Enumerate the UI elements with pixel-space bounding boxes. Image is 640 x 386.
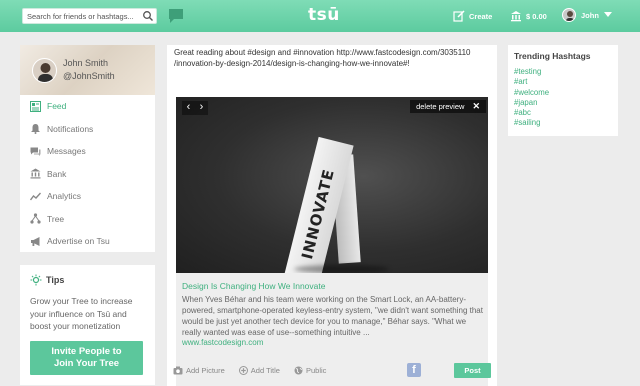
lightbulb-icon bbox=[30, 274, 42, 286]
sidebar-item-label: Notifications bbox=[47, 123, 94, 134]
plus-circle-icon bbox=[238, 366, 248, 375]
sidebar-menu: Feed Notifications Messages Bank Analyti… bbox=[20, 95, 155, 253]
sidebar-item-label: Analytics bbox=[47, 191, 82, 202]
privacy-label: Public bbox=[305, 366, 327, 375]
user-name: John bbox=[581, 10, 599, 20]
tips-text: Grow your Tree to increase your influenc… bbox=[30, 296, 133, 331]
invite-people-button[interactable]: Invite People to Join Your Tree bbox=[30, 340, 143, 375]
hashtag-link[interactable]: #welcome bbox=[514, 88, 612, 98]
avatar bbox=[562, 8, 576, 22]
sidebar-item-bank[interactable]: Bank bbox=[20, 163, 155, 186]
sidebar-item-label: Feed bbox=[47, 101, 67, 112]
search-box[interactable] bbox=[22, 8, 157, 24]
top-bar: tsū Create $ 0.00 John bbox=[0, 0, 640, 32]
invite-line-2: Join Your Tree bbox=[53, 357, 120, 369]
search-input[interactable] bbox=[23, 9, 141, 23]
hashtag-link[interactable]: #japan bbox=[514, 98, 612, 108]
sidebar-item-notifications[interactable]: Notifications bbox=[20, 118, 155, 141]
prev-image-button[interactable]: ‹ bbox=[182, 101, 195, 115]
preview-title[interactable]: Design Is Changing How We Innovate bbox=[182, 281, 325, 291]
post-text-field[interactable]: Great reading about #design and #innovat… bbox=[174, 47, 492, 69]
link-preview: INNOVATE ‹ › delete preview ✕ Design Is … bbox=[176, 97, 488, 386]
invite-line-1: Invite People to bbox=[51, 345, 122, 357]
tree-icon bbox=[30, 213, 41, 224]
composer-actions: Add Picture Add Title Public bbox=[173, 366, 326, 375]
add-picture-label: Add Picture bbox=[186, 366, 225, 375]
privacy-selector[interactable]: Public bbox=[294, 366, 326, 375]
hashtag-link[interactable]: #testing bbox=[514, 67, 612, 77]
delete-preview-label: delete preview bbox=[416, 102, 465, 111]
bank-icon bbox=[511, 11, 521, 22]
bank-balance: $ 0.00 bbox=[526, 11, 547, 21]
pencil-icon bbox=[453, 10, 465, 22]
chevron-down-icon[interactable] bbox=[603, 12, 612, 18]
profile-name[interactable]: John Smith bbox=[63, 58, 108, 68]
preview-nav: ‹ › bbox=[182, 101, 208, 115]
bell-icon bbox=[31, 124, 40, 135]
hashtag-link[interactable]: #sailing bbox=[514, 118, 612, 128]
innovate-word: INNOVATE bbox=[298, 166, 338, 262]
add-picture-button[interactable]: Add Picture bbox=[173, 366, 225, 375]
tsu-logo[interactable]: tsū bbox=[308, 5, 340, 25]
hashtag-link[interactable]: #abc bbox=[514, 108, 612, 118]
analytics-icon bbox=[30, 192, 41, 201]
search-icon[interactable] bbox=[142, 10, 154, 22]
sidebar-item-messages[interactable]: Messages bbox=[20, 140, 155, 163]
profile-avatar[interactable] bbox=[32, 58, 57, 83]
megaphone-icon bbox=[31, 236, 40, 246]
camera-icon bbox=[173, 366, 183, 375]
tips-card: Tips Grow your Tree to increase your inf… bbox=[20, 265, 155, 385]
sidebar-item-label: Bank bbox=[47, 168, 67, 179]
user-menu[interactable]: John bbox=[562, 8, 612, 22]
close-icon: ✕ bbox=[472, 101, 480, 111]
profile-header: John Smith @JohnSmith bbox=[20, 45, 155, 95]
hashtag-link[interactable]: #art bbox=[514, 77, 612, 87]
sidebar-item-analytics[interactable]: Analytics bbox=[20, 185, 155, 208]
sidebar-item-label: Advertise on Tsu bbox=[47, 236, 110, 247]
create-label: Create bbox=[469, 11, 493, 21]
profile-card: John Smith @JohnSmith Feed Notifications… bbox=[20, 45, 155, 252]
preview-image: INNOVATE ‹ › delete preview ✕ bbox=[176, 97, 488, 273]
post-text-line-1: Great reading about #design and #innovat… bbox=[174, 48, 471, 57]
sidebar-item-tree[interactable]: Tree bbox=[20, 208, 155, 231]
sidebar-item-advertise[interactable]: Advertise on Tsu bbox=[20, 230, 155, 253]
next-image-button[interactable]: › bbox=[195, 101, 208, 115]
messages-icon bbox=[30, 147, 41, 156]
facebook-share-toggle[interactable]: f bbox=[407, 363, 421, 377]
feed-icon bbox=[30, 100, 41, 112]
tips-title: Tips bbox=[46, 275, 65, 285]
sidebar-item-label: Messages bbox=[47, 146, 86, 157]
post-button[interactable]: Post bbox=[454, 363, 491, 378]
chat-bubble-icon[interactable] bbox=[168, 8, 184, 24]
sidebar-item-label: Tree bbox=[47, 213, 65, 224]
preview-url[interactable]: www.fastcodesign.com bbox=[182, 338, 263, 347]
create-button[interactable]: Create bbox=[453, 10, 492, 22]
trending-title: Trending Hashtags bbox=[514, 51, 591, 61]
add-title-label: Add Title bbox=[250, 366, 280, 375]
globe-icon bbox=[294, 366, 303, 375]
bank-icon bbox=[30, 168, 41, 179]
sidebar-item-feed[interactable]: Feed bbox=[20, 95, 155, 118]
post-text-line-2: /innovation-by-design-2014/design-is-cha… bbox=[174, 59, 410, 68]
add-title-button[interactable]: Add Title bbox=[238, 366, 280, 375]
bank-balance-button[interactable]: $ 0.00 bbox=[510, 10, 547, 22]
delete-preview-button[interactable]: delete preview ✕ bbox=[410, 100, 486, 113]
trending-hashtags-card: Trending Hashtags #testing #art #welcome… bbox=[508, 45, 618, 136]
sculpture-shadow bbox=[294, 265, 389, 273]
preview-description: When Yves Béhar and his team were workin… bbox=[182, 295, 483, 337]
tips-heading: Tips bbox=[30, 274, 145, 286]
profile-handle: @JohnSmith bbox=[63, 71, 115, 81]
post-composer: Great reading about #design and #innovat… bbox=[167, 45, 497, 386]
